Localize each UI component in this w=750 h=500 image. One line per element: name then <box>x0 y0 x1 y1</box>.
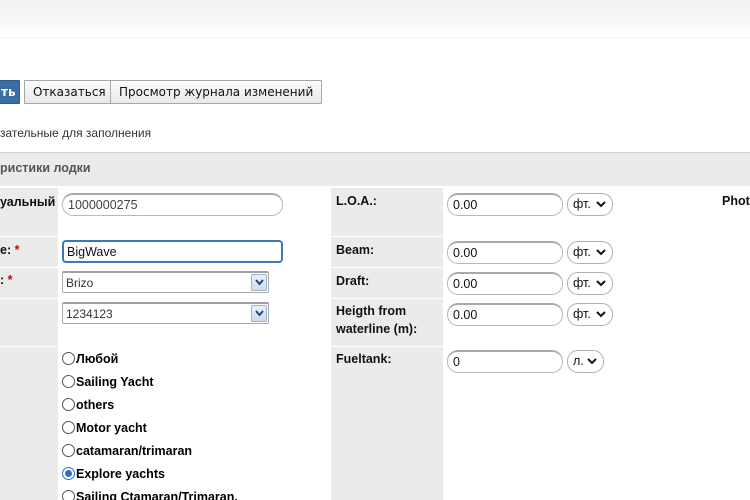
beam-unit-select[interactable]: фт. <box>567 241 613 264</box>
chevron-down-icon[interactable] <box>251 274 267 291</box>
view-change-log-button[interactable]: Просмотр журнала изменений <box>110 80 323 104</box>
model-select[interactable]: 1234123 <box>62 302 269 324</box>
loa-label: L.O.A.: <box>336 194 377 208</box>
loa-unit-select[interactable]: фт. <box>567 193 613 216</box>
right-label-column <box>331 188 443 500</box>
brand-select-value: Brizo <box>66 276 94 290</box>
boat-type-option[interactable]: Sailing Yacht <box>62 375 154 393</box>
model-select-value: 1234123 <box>66 307 113 321</box>
radio-button[interactable] <box>62 375 75 388</box>
row-divider <box>0 346 750 347</box>
height-field[interactable]: 0.00 <box>447 303 563 326</box>
boat-type-label: others <box>76 398 115 412</box>
boat-type-label: catamaran/trimaran <box>76 444 193 458</box>
chevron-down-icon <box>596 280 606 287</box>
row-divider <box>0 236 750 237</box>
required-mark: * <box>14 243 20 257</box>
top-bar <box>0 0 750 38</box>
boat-type-label: Explore yachts <box>76 467 165 481</box>
right-value-column <box>443 188 717 500</box>
unit-value: фт. <box>573 307 591 321</box>
height-label-line1: Heigth from <box>336 304 407 318</box>
boat-type-label: Sailing Yacht <box>76 375 154 389</box>
row-divider <box>0 298 750 299</box>
chevron-down-icon <box>596 201 606 208</box>
boat-type-option[interactable]: Motor yacht <box>62 421 147 439</box>
chevron-down-icon[interactable] <box>251 305 267 322</box>
id-label: уальный <box>0 195 56 209</box>
section-title: ристики лодки <box>0 161 91 175</box>
draft-field[interactable]: 0.00 <box>447 272 563 295</box>
boat-type-label: Sailing Ctamaran/Trimaran. <box>76 490 238 500</box>
brand-select[interactable]: Brizo <box>62 271 269 293</box>
loa-field[interactable]: 0.00 <box>447 193 563 216</box>
boat-type-option[interactable]: others <box>62 398 114 416</box>
beam-label: Beam: <box>336 243 375 257</box>
beam-field[interactable]: 0.00 <box>447 241 563 264</box>
boat-type-option[interactable]: catamaran/trimaran <box>62 444 192 462</box>
left-label-column <box>0 188 58 500</box>
boat-type-option[interactable]: Любой <box>62 352 118 370</box>
id-field[interactable]: 1000000275 <box>62 193 283 216</box>
boat-type-option[interactable]: Explore yachts <box>62 467 165 485</box>
fueltank-unit-select[interactable]: л. <box>567 350 604 373</box>
height-label-line2: waterline (m): <box>336 322 418 336</box>
brand-label: : * <box>0 273 13 287</box>
chevron-down-icon <box>596 311 606 318</box>
radio-button-selected[interactable] <box>62 467 75 480</box>
radio-button[interactable] <box>62 352 75 365</box>
cancel-button[interactable]: Отказаться <box>24 80 115 104</box>
radio-button[interactable] <box>62 490 75 500</box>
brand-label-text: : <box>0 273 5 287</box>
unit-value: фт. <box>573 197 591 211</box>
chevron-down-icon <box>596 249 606 256</box>
photo-column <box>717 188 750 500</box>
boat-type-label: Motor yacht <box>76 421 147 435</box>
save-button[interactable]: ть <box>0 80 20 104</box>
name-field[interactable]: BigWave <box>62 240 283 263</box>
boat-type-option[interactable]: Sailing Ctamaran/Trimaran. <box>62 490 238 500</box>
name-label-text: e: <box>0 243 12 257</box>
radio-button[interactable] <box>62 444 75 457</box>
height-unit-select[interactable]: фт. <box>567 303 613 326</box>
radio-button[interactable] <box>62 398 75 411</box>
fueltank-field[interactable]: 0 <box>447 350 563 373</box>
fueltank-label: Fueltank: <box>336 352 392 366</box>
draft-label: Draft: <box>336 274 370 288</box>
required-fields-note: зательные для заполнения <box>0 126 152 140</box>
required-mark: * <box>7 273 13 287</box>
draft-unit-select[interactable]: фт. <box>567 272 613 295</box>
radio-button[interactable] <box>62 421 75 434</box>
row-divider <box>0 267 750 268</box>
section-header: ристики лодки <box>0 152 750 186</box>
chevron-down-icon <box>587 358 597 365</box>
boat-type-label: Любой <box>76 352 119 366</box>
unit-value: фт. <box>573 245 591 259</box>
photo-label: Phot <box>722 194 750 208</box>
name-label: e: * <box>0 243 19 257</box>
unit-value: фт. <box>573 276 591 290</box>
unit-value: л. <box>573 354 584 368</box>
